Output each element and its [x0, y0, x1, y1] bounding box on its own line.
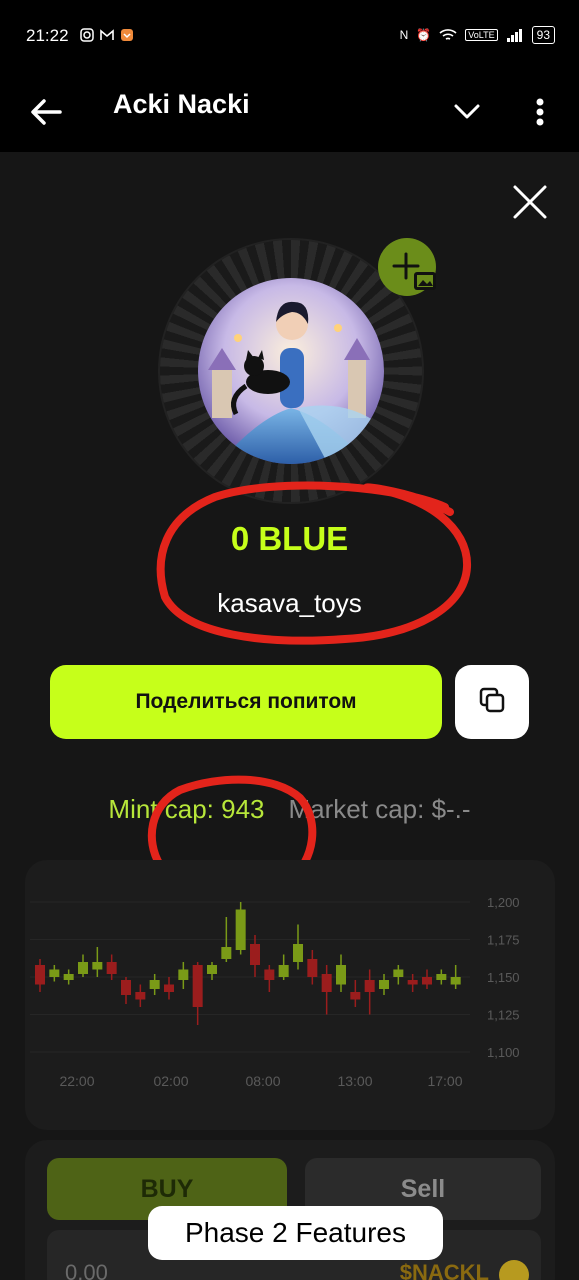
- app-notification-icon: [121, 29, 133, 41]
- add-image-icon: [392, 252, 436, 290]
- currency-label: $NACKL: [399, 1260, 489, 1280]
- market-cap: Market cap: $-.-: [288, 794, 471, 824]
- token-name: 0 BLUE: [230, 520, 349, 557]
- alarm-icon: ⏰: [416, 28, 432, 42]
- candle-body: [336, 965, 346, 985]
- avatar-illustration: [198, 278, 384, 464]
- candle-body: [106, 962, 117, 974]
- candle-body: [178, 969, 189, 980]
- back-arrow-icon[interactable]: [26, 92, 66, 132]
- candle-body: [450, 977, 461, 985]
- close-icon[interactable]: [510, 182, 550, 222]
- more-vert-icon[interactable]: [530, 92, 550, 132]
- status-bar: 21:22 N ⏰ VoLTE 93: [0, 0, 579, 76]
- candle-body: [149, 980, 160, 989]
- candle-body: [422, 977, 432, 985]
- status-time: 21:22: [26, 26, 69, 45]
- y-tick-label: 1,200: [487, 895, 520, 910]
- candle-body: [293, 944, 303, 962]
- nfc-icon: N: [399, 28, 409, 42]
- candle-body: [49, 969, 60, 977]
- candle-body: [364, 980, 375, 992]
- add-photo-button[interactable]: [378, 238, 436, 296]
- y-tick-label: 1,175: [487, 933, 520, 948]
- candle-body: [235, 909, 246, 950]
- candle-body: [121, 980, 131, 995]
- candlestick-chart: 1,200 1,175 1,150 1,125 1,100 22:00 02:00 08:00…: [30, 895, 520, 1089]
- candle-body: [63, 974, 74, 980]
- candle-body: [379, 980, 389, 989]
- x-tick-label: 02:00: [153, 1073, 188, 1089]
- candle-body: [78, 962, 88, 974]
- token-sheet: 0 BLUE kasava_toys Поделиться попитом Mi…: [0, 152, 579, 1280]
- app-title: Acki Nacki: [113, 89, 250, 119]
- candle-body: [250, 944, 260, 965]
- y-tick-label: 1,100: [487, 1045, 520, 1060]
- wifi-icon: [439, 29, 457, 40]
- share-button[interactable]: Поделиться попитом: [50, 665, 442, 739]
- cap-stats: Mint cap: 943 Market cap: $-.-: [0, 794, 579, 825]
- mint-cap: Mint cap: 943: [108, 794, 265, 824]
- status-notification-icons: [80, 28, 134, 42]
- candle-body: [307, 959, 318, 977]
- candle-body: [436, 974, 447, 980]
- y-tick-label: 1,150: [487, 970, 520, 985]
- copy-icon: [479, 687, 505, 713]
- x-tick-label: 08:00: [245, 1073, 280, 1089]
- coin-icon: [499, 1260, 529, 1280]
- amount-field[interactable]: 0.00: [65, 1260, 108, 1280]
- x-tick-label: 17:00: [427, 1073, 462, 1089]
- candle-body: [135, 992, 146, 1000]
- candle-body: [407, 980, 418, 985]
- y-tick-label: 1,125: [487, 1008, 520, 1023]
- phase-2-toast[interactable]: Phase 2 Features: [148, 1206, 443, 1260]
- signal-icon: [506, 29, 522, 42]
- app-bar: Acki Nacki: [0, 76, 579, 152]
- copy-button[interactable]: [455, 665, 529, 739]
- username: kasava_toys: [217, 588, 362, 618]
- annotation-circle-name: [156, 481, 472, 645]
- x-tick-label: 22:00: [59, 1073, 94, 1089]
- x-tick-label: 13:00: [337, 1073, 372, 1089]
- candle-body: [192, 965, 203, 1007]
- price-chart: 1,200 1,175 1,150 1,125 1,100 22:00 02:00 08:00…: [25, 860, 555, 1130]
- candle-body: [164, 984, 174, 992]
- candle-body: [393, 969, 404, 977]
- candle-body: [278, 965, 289, 977]
- candle-body: [207, 965, 217, 974]
- candle-body: [221, 947, 232, 959]
- avatar[interactable]: [198, 278, 384, 464]
- candle-body: [264, 969, 275, 980]
- status-system-icons: N ⏰ VoLTE 93: [400, 26, 555, 44]
- instagram-icon: [80, 28, 94, 42]
- chevron-down-icon[interactable]: [450, 94, 484, 128]
- candle-body: [350, 992, 361, 1000]
- candle-body: [35, 965, 45, 985]
- candle-body: [321, 974, 332, 992]
- battery-indicator: 93: [531, 26, 555, 44]
- volte-badge: VoLTE: [465, 29, 498, 41]
- candle-body: [92, 962, 103, 970]
- gmail-icon: [100, 29, 114, 40]
